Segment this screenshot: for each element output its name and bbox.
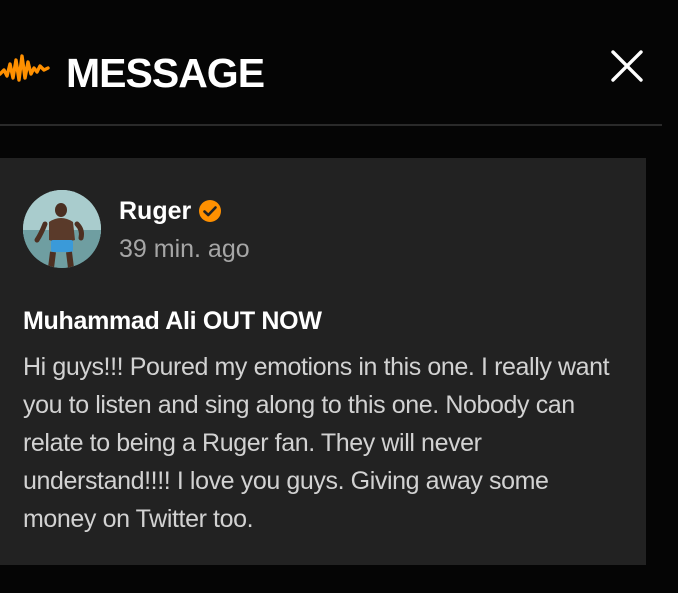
message-title: Muhammad Ali OUT NOW bbox=[23, 307, 322, 335]
message-body: Hi guys!!! Poured my emotions in this on… bbox=[23, 353, 610, 533]
page-title: MESSAGE bbox=[66, 50, 265, 96]
author-name[interactable]: Ruger bbox=[119, 196, 191, 226]
avatar[interactable] bbox=[23, 190, 101, 268]
header-divider bbox=[0, 124, 662, 126]
post-timestamp: 39 min. ago bbox=[119, 235, 250, 263]
audiomack-waveform-icon bbox=[0, 54, 50, 82]
message-card: Ruger 39 min. ago Muhammad Ali OUT NOW H… bbox=[0, 158, 646, 565]
close-icon[interactable] bbox=[606, 46, 648, 86]
message-header: MESSAGE bbox=[0, 0, 678, 124]
verified-badge-icon bbox=[199, 200, 221, 222]
avatar-image bbox=[23, 190, 101, 268]
close-button[interactable] bbox=[606, 46, 648, 86]
